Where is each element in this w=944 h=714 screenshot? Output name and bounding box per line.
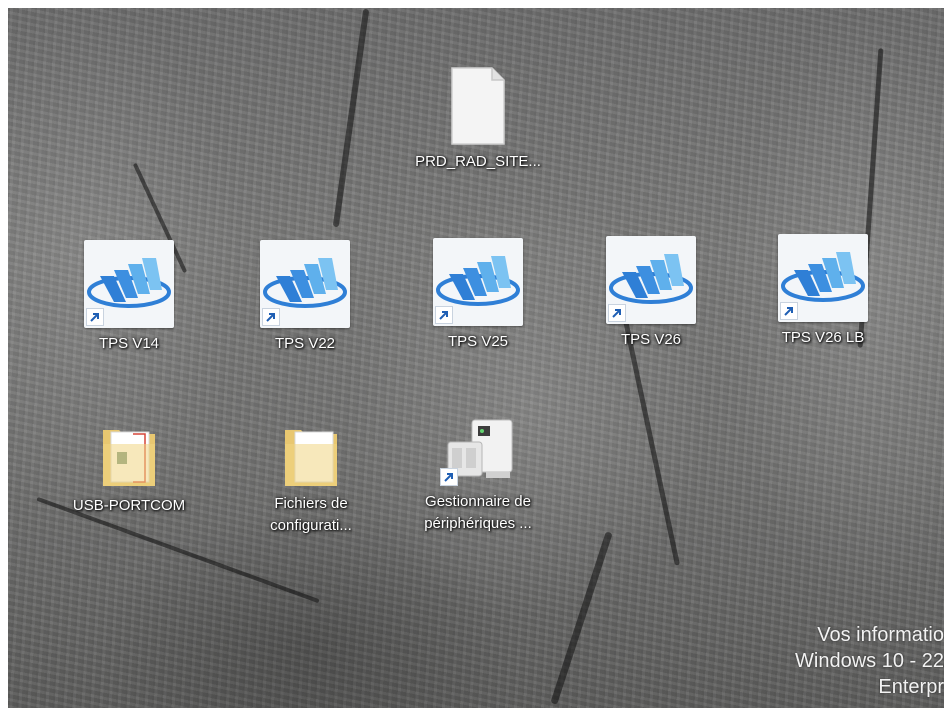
watermark-line-1: Vos informatio <box>817 624 944 646</box>
shortcut-arrow-icon <box>608 304 626 322</box>
desktop-icon-tps-v14[interactable]: TPS V14 <box>54 240 204 354</box>
desktop-icon-tps-v26-lb[interactable]: TPS V26 LB <box>748 234 898 348</box>
desktop-icon-label-line2: périphériques ... <box>424 515 532 532</box>
desktop-icon-fichiers-de-configuration[interactable]: Fichiers de configurati... <box>236 424 386 536</box>
desktop-icon-label-line1: Fichiers de <box>274 495 348 512</box>
shortcut-arrow-icon <box>262 308 280 326</box>
desktop-icon-label: TPS V14 <box>98 335 160 352</box>
shortcut-arrow-icon <box>780 302 798 320</box>
shortcut-arrow-icon <box>86 308 104 326</box>
watermark-line-3: Enterpr <box>878 676 944 698</box>
desktop-background[interactable]: PRD_RAD_SITE... TPS V14 TPS V22 TPS V25 … <box>8 8 944 708</box>
shortcut-arrow-icon <box>440 468 458 486</box>
tps-app-icon <box>606 236 696 324</box>
folder-icon <box>281 424 341 490</box>
tps-app-icon <box>84 240 174 328</box>
desktop-icon-tps-v22[interactable]: TPS V22 <box>230 240 380 354</box>
rock-crack <box>550 531 613 705</box>
desktop-icon-label-line1: Gestionnaire de <box>425 493 531 510</box>
desktop-icon-prd-rad-site[interactable]: PRD_RAD_SITE... <box>403 66 553 172</box>
desktop-icon-label: TPS V26 LB <box>781 329 865 346</box>
tps-app-icon <box>433 238 523 326</box>
shortcut-arrow-icon <box>435 306 453 324</box>
desktop-icon-usb-portcom[interactable]: USB-PORTCOM <box>54 424 204 516</box>
desktop-icon-gestionnaire-de-peripheriques[interactable]: Gestionnaire de périphériques ... <box>403 418 553 534</box>
screen-top-margin <box>0 0 944 8</box>
desktop-icon-label-line2: configurati... <box>270 517 352 534</box>
watermark-line-2: Windows 10 - 22 <box>795 650 944 672</box>
blank-document-icon <box>450 66 506 146</box>
rock-crack <box>332 8 370 228</box>
desktop-icon-label: TPS V25 <box>447 333 509 350</box>
tps-app-icon <box>260 240 350 328</box>
tps-app-icon <box>778 234 868 322</box>
desktop-icon-label: TPS V26 <box>620 331 682 348</box>
folder-icon <box>99 424 159 490</box>
windows-info-watermark: Vos informatio Windows 10 - 22 Enterpr <box>744 622 944 700</box>
desktop-icon-label: USB-PORTCOM <box>72 497 186 514</box>
desktop-icon-label: TPS V22 <box>274 335 336 352</box>
desktop-icon-label: PRD_RAD_SITE... <box>415 153 541 170</box>
desktop-icon-tps-v26[interactable]: TPS V26 <box>576 236 726 350</box>
device-manager-icon <box>438 418 518 488</box>
desktop-icon-tps-v25[interactable]: TPS V25 <box>403 238 553 352</box>
